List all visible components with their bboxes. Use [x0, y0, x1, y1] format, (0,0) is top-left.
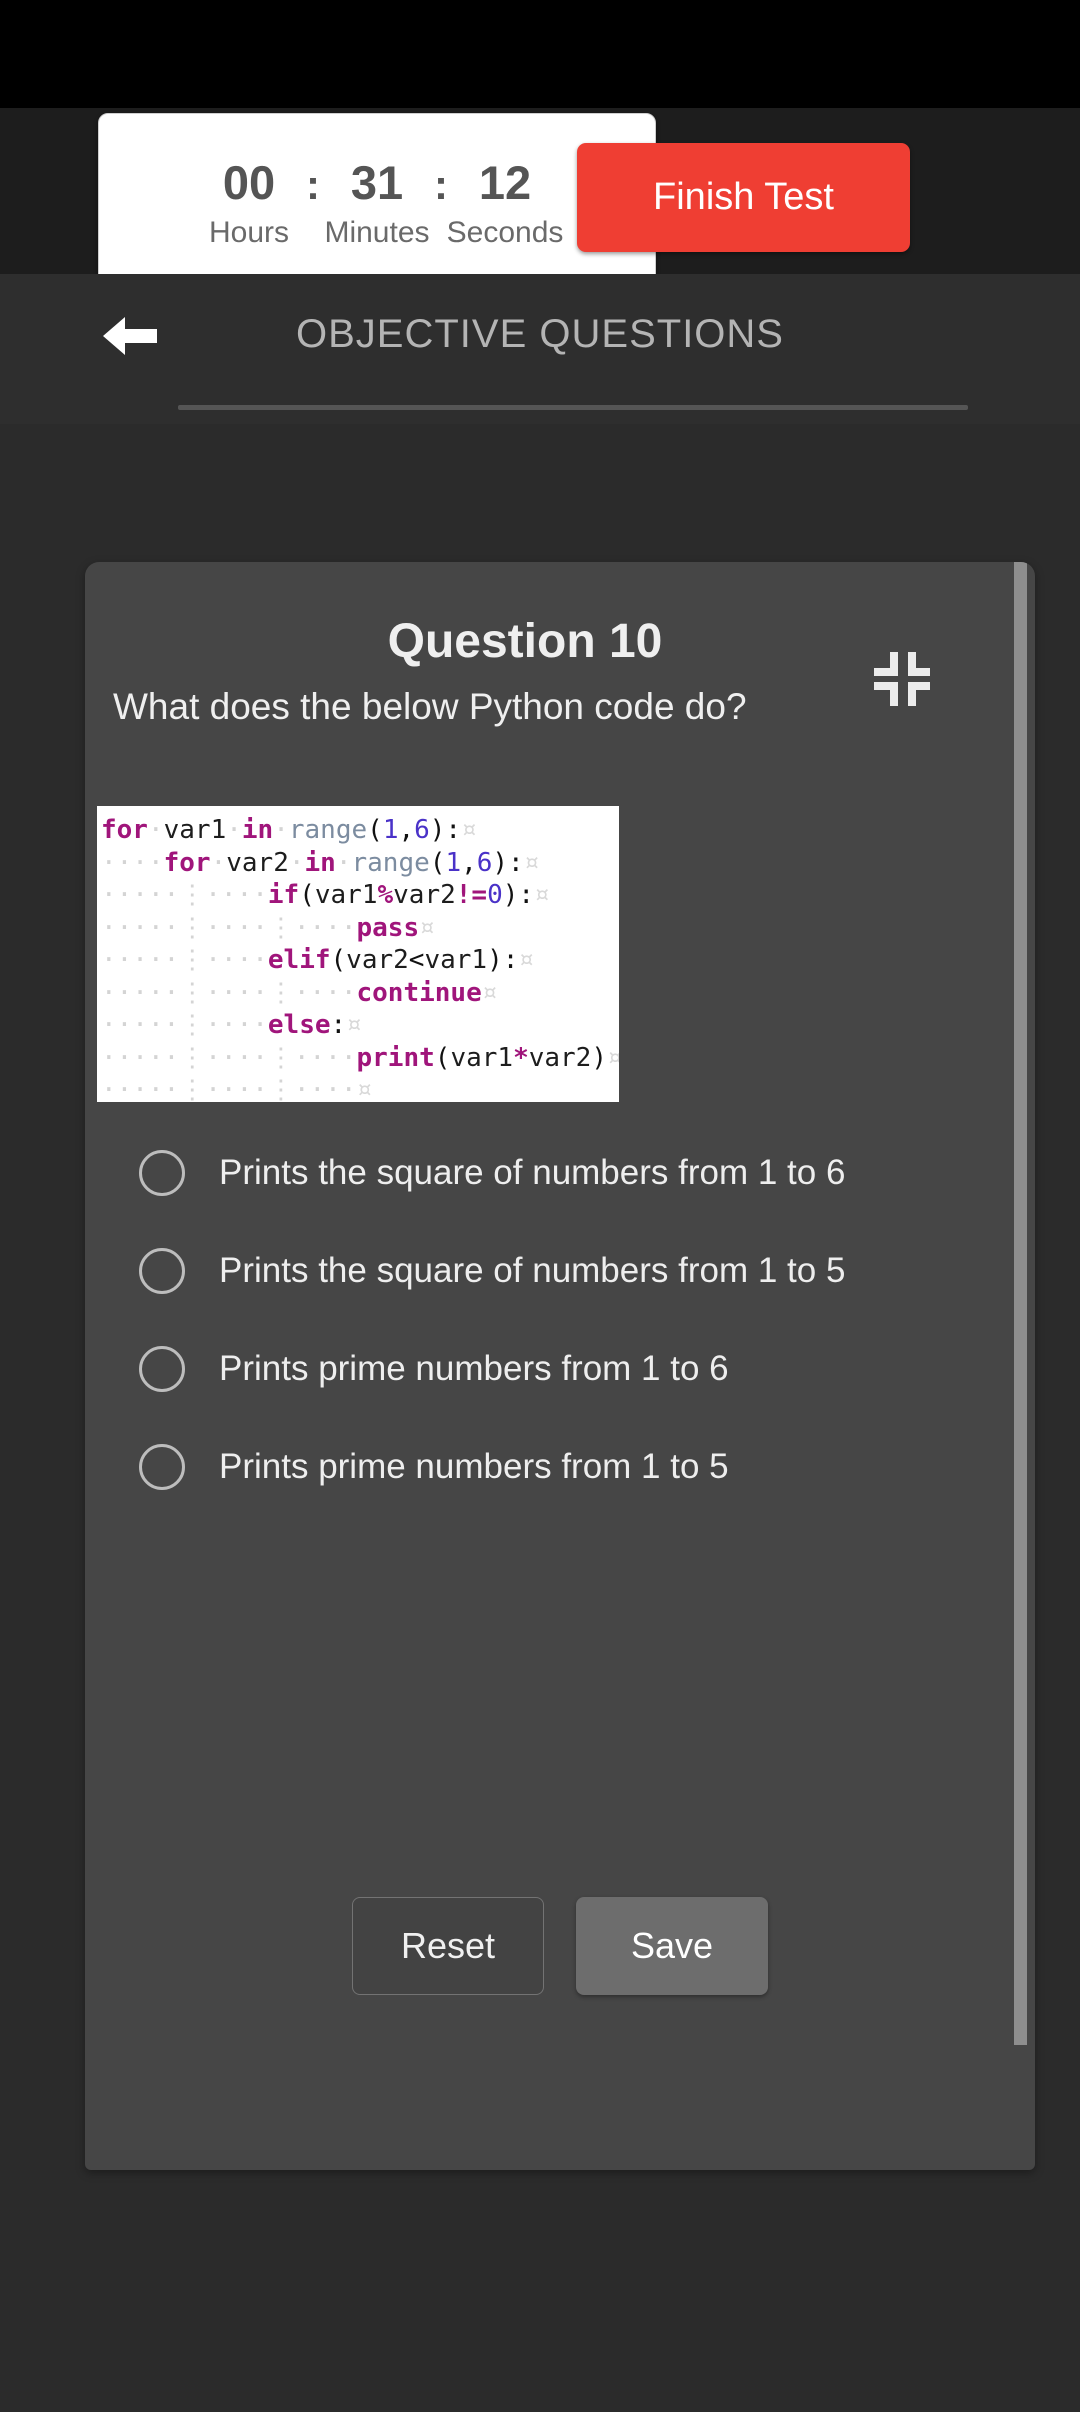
answer-options: Prints the square of numbers from 1 to 6…	[85, 1124, 1035, 1516]
card-scrollbar-thumb[interactable]	[1014, 562, 1027, 2045]
finish-test-button[interactable]: Finish Test	[577, 143, 910, 252]
option-row-d[interactable]: Prints prime numbers from 1 to 5	[85, 1418, 1035, 1516]
option-label-b: Prints the square of numbers from 1 to 5	[219, 1251, 846, 1291]
timer-seconds-label: Seconds	[446, 215, 564, 249]
page-title: OBJECTIVE QUESTIONS	[296, 312, 784, 356]
option-label-d: Prints prime numbers from 1 to 5	[219, 1447, 729, 1487]
python-code-snippet: for·var1·in·range(1,6):¤ ····for·var2·in…	[97, 806, 619, 1102]
card-actions: Reset Save	[85, 1897, 1035, 1995]
option-label-c: Prints prime numbers from 1 to 6	[219, 1349, 729, 1389]
question-prompt: What does the below Python code do?	[113, 686, 747, 727]
option-row-c[interactable]: Prints prime numbers from 1 to 6	[85, 1320, 1035, 1418]
save-button[interactable]: Save	[576, 1897, 768, 1995]
timer-digits: 00 : 31 : 12	[208, 155, 546, 210]
top-toolbar: 00 : 31 : 12 Hours Minutes Seconds Finis…	[0, 108, 1080, 285]
code-line-8: ·····⋮····⋮····print(var1*var2)¤	[101, 1042, 619, 1073]
question-card: Question 10 What does the below Python c…	[85, 562, 1035, 2170]
option-row-b[interactable]: Prints the square of numbers from 1 to 5	[85, 1222, 1035, 1320]
timer-minutes-value: 31	[350, 155, 404, 209]
code-line-9: ·····⋮····⋮····¤	[101, 1075, 373, 1102]
app-screen: 00 : 31 : 12 Hours Minutes Seconds Finis…	[0, 0, 1080, 2412]
code-line-2: ····for·var2·in·range(1,6):¤	[101, 847, 540, 878]
timer-hours-label: Hours	[208, 215, 290, 249]
question-number: Question 10	[387, 615, 663, 668]
countdown-timer: 00 : 31 : 12 Hours Minutes Seconds	[98, 113, 656, 285]
code-line-3: ·····⋮····if(var1%var2!=0):¤	[101, 880, 550, 910]
radio-icon-c[interactable]	[139, 1346, 185, 1392]
code-line-6: ·····⋮····⋮····continue¤	[101, 977, 498, 1008]
radio-icon-b[interactable]	[139, 1248, 185, 1294]
collapse-icon[interactable]	[868, 648, 932, 710]
timer-hours-value: 00	[222, 155, 276, 209]
option-row-a[interactable]: Prints the square of numbers from 1 to 6	[85, 1124, 1035, 1222]
timer-colon-1: :	[306, 160, 320, 208]
title-underline	[178, 405, 968, 410]
page-header: OBJECTIVE QUESTIONS	[0, 274, 1080, 424]
code-line-1: for·var1·in·range(1,6):¤	[101, 815, 477, 845]
radio-icon-a[interactable]	[139, 1150, 185, 1196]
code-line-4: ·····⋮····⋮····pass¤	[101, 912, 435, 943]
timer-seconds-value: 12	[478, 155, 532, 209]
code-line-7: ·····⋮····else:¤	[101, 1010, 362, 1040]
radio-icon-d[interactable]	[139, 1444, 185, 1490]
timer-minutes-label: Minutes	[324, 215, 430, 249]
option-label-a: Prints the square of numbers from 1 to 6	[219, 1153, 846, 1193]
status-bar	[0, 0, 1080, 108]
reset-button[interactable]: Reset	[352, 1897, 544, 1995]
code-line-5: ·····⋮····elif(var2<var1):¤	[101, 945, 535, 975]
timer-labels: Hours Minutes Seconds	[185, 216, 569, 250]
timer-colon-2: :	[434, 160, 448, 208]
